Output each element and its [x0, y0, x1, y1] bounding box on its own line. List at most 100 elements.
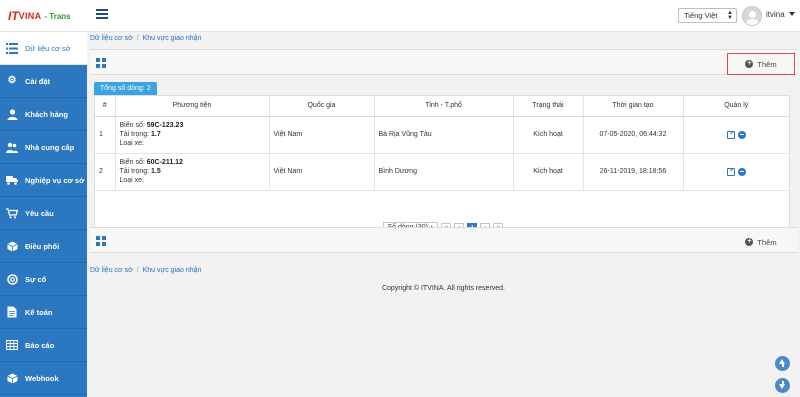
file-icon [6, 306, 18, 318]
list-icon [6, 42, 18, 54]
sidebar-item-label: Khách hàng [25, 109, 68, 119]
lifebuoy-icon [6, 273, 18, 285]
footer-breadcrumb: Dữ liệu cơ sở / Khu vực giao nhận [90, 267, 201, 274]
sidebar-item-label: Báo cáo [25, 340, 55, 350]
breadcrumb-root[interactable]: Dữ liệu cơ sở [90, 267, 133, 274]
sidebar-item-label: Yêu cầu [25, 208, 54, 218]
table-row: 1 Biển số: 59C-123.23 Tải trọng: 1.7 Loạ… [95, 116, 789, 154]
menu-toggle-icon[interactable] [96, 9, 108, 21]
add-button-bottom[interactable]: + Thêm [727, 231, 795, 253]
total-count-badge: Tổng số dòng: 2 [94, 82, 157, 95]
data-table: # Phương tiện Quốc gia Tỉnh - T.phố Trạn… [94, 95, 790, 246]
row-index: 1 [95, 116, 116, 154]
language-select[interactable]: Tiếng Việt ▲ ▼ [678, 8, 737, 23]
sidebar-item-ke-toan[interactable]: Kế toán [0, 296, 87, 329]
status-cell: Kích hoạt [513, 153, 584, 191]
cube-icon [6, 240, 18, 252]
sidebar: Dữ liệu cơ sở ⚙ Cài đặt Khách hàng Nhà c… [0, 32, 87, 397]
type-label: Loại xe: [119, 140, 145, 147]
status-cell: Kích hoạt [513, 116, 584, 154]
scroll-down-button[interactable] [775, 378, 790, 393]
vehicle-cell: Biển số: 59C-123.23 Tải trọng: 1.7 Loại … [115, 116, 270, 154]
created-cell: 26-11-2019, 18:18:56 [583, 153, 684, 191]
column-header[interactable]: Quốc gia [269, 96, 375, 117]
sidebar-item-bao-cao[interactable]: Báo cáo [0, 329, 87, 362]
plate-label: Biển số: [119, 122, 145, 129]
actions-cell [683, 116, 789, 154]
load-value: 1.5 [151, 168, 161, 175]
sidebar-item-label: Webhook [25, 373, 59, 383]
panel-header-top: + Thêm [90, 49, 797, 75]
logo-vina-text: VINA [18, 11, 42, 21]
sidebar-item-khach-hang[interactable]: Khách hàng [0, 98, 87, 131]
copyright-text: Copyright © ITVINA. All rights reserved. [381, 285, 506, 292]
vehicle-cell: Biển số: 60C-211.12 Tải trọng: 1.5 Loại … [115, 153, 270, 191]
breadcrumb-root[interactable]: Dữ liệu cơ sở [90, 35, 133, 42]
edit-icon[interactable] [726, 130, 735, 139]
add-button-label: Thêm [757, 237, 777, 247]
sidebar-item-cai-dat[interactable]: ⚙ Cài đặt [0, 65, 87, 98]
sidebar-item-nha-cung-cap[interactable]: Nhà cung cấp [0, 131, 87, 164]
panel-header-bottom: + Thêm [90, 227, 797, 253]
arrow-down-icon [779, 384, 785, 389]
sidebar-item-yeu-cau[interactable]: Yêu cầu [0, 197, 87, 230]
breadcrumb-separator: / [136, 267, 139, 274]
sidebar-item-du-lieu-co-so[interactable]: Dữ liệu cơ sở [0, 32, 87, 65]
app-logo[interactable]: IT VINA - Trans [0, 0, 87, 32]
logo-suffix-text: - Trans [44, 11, 71, 21]
main-content: Dữ liệu cơ sở / Khu vực giao nhận + Thêm T… [87, 32, 800, 397]
column-header: Quản lý [683, 96, 789, 117]
edit-icon[interactable] [726, 167, 735, 176]
sidebar-item-label: Điều phối [25, 241, 60, 251]
add-button[interactable]: + Thêm [727, 53, 795, 75]
country-cell: Việt Nam [269, 116, 375, 154]
plate-label: Biển số: [119, 159, 145, 166]
sidebar-item-label: Dữ liệu cơ sở [25, 43, 71, 53]
sidebar-item-label: Cài đặt [25, 76, 51, 86]
avatar[interactable] [742, 6, 762, 26]
type-label: Loại xe: [119, 177, 145, 184]
sidebar-item-label: Kế toán [25, 307, 53, 317]
breadcrumb: Dữ liệu cơ sở / Khu vực giao nhận [90, 35, 201, 42]
column-header[interactable]: Phương tiện [115, 96, 270, 117]
sidebar-item-nghiep-vu-co-so[interactable]: Nghiệp vụ cơ sở [0, 164, 87, 197]
plate-value: 60C-211.12 [146, 159, 183, 166]
province-cell: Bình Dương [374, 153, 514, 191]
column-header[interactable]: Trạng thái [513, 96, 584, 117]
plus-circle-icon: + [745, 60, 754, 68]
row-index: 2 [95, 153, 116, 191]
table-row: 2 Biển số: 60C-211.12 Tải trọng: 1.5 Loạ… [95, 153, 789, 191]
load-label: Tải trọng: [119, 131, 150, 138]
table-icon [6, 339, 18, 351]
remove-icon[interactable] [737, 130, 746, 139]
language-select-value: Tiếng Việt [684, 11, 718, 20]
user-icon [6, 108, 18, 120]
username[interactable]: itvina [766, 10, 785, 19]
grid-icon [96, 58, 106, 68]
grid-icon [96, 236, 106, 246]
column-header[interactable]: Tỉnh - T.phố [374, 96, 514, 117]
scroll-up-button[interactable] [775, 356, 790, 371]
logo-it-text: IT [8, 9, 19, 23]
sidebar-item-webhook[interactable]: Webhook [0, 362, 87, 395]
sidebar-item-dieu-phoi[interactable]: Điều phối [0, 230, 87, 263]
breadcrumb-current[interactable]: Khu vực giao nhận [143, 35, 202, 42]
load-value: 1.7 [151, 131, 161, 138]
plus-circle-icon: + [745, 238, 754, 246]
actions-cell [683, 153, 789, 191]
load-label: Tải trọng: [119, 168, 150, 175]
users-icon [6, 141, 18, 153]
sidebar-item-label: Nhà cung cấp [25, 142, 75, 152]
remove-icon[interactable] [737, 167, 746, 176]
add-button-label: Thêm [757, 59, 777, 69]
created-cell: 07-05-2020, 06:44:32 [583, 116, 684, 154]
province-cell: Bà Rịa Vũng Tàu [374, 116, 514, 154]
sidebar-item-su-co[interactable]: Sự cố [0, 263, 87, 296]
breadcrumb-current[interactable]: Khu vực giao nhận [143, 267, 202, 274]
breadcrumb-separator: / [136, 35, 139, 42]
column-header: # [95, 96, 116, 117]
chevron-down-icon[interactable] [789, 12, 795, 16]
truck-icon [6, 174, 18, 186]
table-header-row: # Phương tiện Quốc gia Tỉnh - T.phố Trạn… [95, 96, 789, 117]
column-header[interactable]: Thời gian tạo [583, 96, 684, 117]
